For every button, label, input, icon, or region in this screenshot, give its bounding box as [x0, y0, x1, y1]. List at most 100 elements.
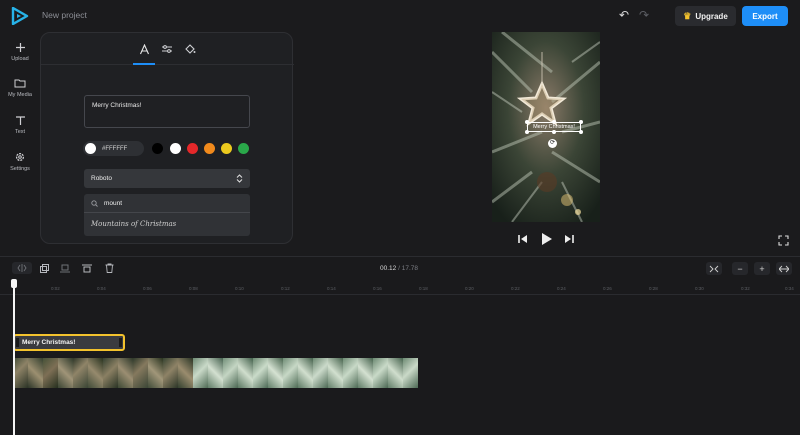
text-style-icon[interactable] [136, 41, 152, 57]
clip-trim-handle-left[interactable] [16, 338, 19, 347]
swatch-green[interactable] [238, 143, 249, 154]
search-icon [91, 199, 98, 207]
video-frame-thumbnail [88, 358, 103, 388]
video-frame-thumbnail [118, 358, 133, 388]
app-logo[interactable] [11, 7, 29, 25]
video-frame-thumbnail [403, 358, 418, 388]
sidebar-item-label: Upload [11, 56, 29, 62]
zoom-out-button[interactable]: − [732, 262, 748, 275]
video-frame-thumbnail [223, 358, 238, 388]
tick-label: 0:12 [281, 286, 290, 291]
sidebar-item-my-media[interactable]: My Media [0, 76, 40, 98]
tick-label: 0:18 [419, 286, 428, 291]
tick-label: 0:32 [741, 286, 750, 291]
sidebar-item-label: My Media [8, 92, 32, 98]
split-icon[interactable] [12, 262, 32, 274]
video-frame-thumbnail [283, 358, 298, 388]
project-title[interactable]: New project [42, 10, 87, 20]
video-frame-thumbnail [103, 358, 118, 388]
tick-label: 0:06 [143, 286, 152, 291]
swatch-yellow[interactable] [221, 143, 232, 154]
current-time: 00.12 [380, 265, 397, 272]
resize-handle[interactable] [552, 130, 556, 134]
font-select[interactable]: Roboto [84, 169, 250, 188]
skip-forward-icon[interactable] [563, 232, 575, 246]
clip-trim-handle-right[interactable] [119, 338, 122, 347]
video-frame-thumbnail [13, 358, 28, 388]
font-search-field[interactable]: mount [84, 194, 250, 213]
playback-time: 00.12 / 17.78 [380, 265, 418, 272]
gear-icon [0, 150, 40, 164]
sidebar-item-label: Settings [10, 166, 30, 172]
plus-icon [0, 40, 40, 54]
text-content-field[interactable]: Merry Christmas! [84, 95, 250, 128]
resize-handle[interactable] [579, 130, 583, 134]
swatch-orange[interactable] [204, 143, 215, 154]
video-frame-thumbnail [208, 358, 223, 388]
video-frame-thumbnail [73, 358, 88, 388]
tick-label: 0:14 [327, 286, 336, 291]
delete-icon[interactable] [101, 262, 117, 274]
active-tab-indicator [133, 63, 155, 65]
duplicate-icon[interactable] [36, 262, 52, 274]
sidebar-item-settings[interactable]: Settings [0, 150, 40, 172]
tick-label: 0:24 [557, 286, 566, 291]
sidebar-item-text[interactable]: Text [0, 113, 40, 135]
upgrade-label: Upgrade [695, 11, 728, 21]
resize-handle[interactable] [525, 130, 529, 134]
font-select-value: Roboto [91, 175, 112, 182]
adjust-icon[interactable] [159, 41, 175, 57]
video-frame-thumbnail [133, 358, 148, 388]
sidebar-item-upload[interactable]: Upload [0, 40, 40, 62]
fit-timeline-icon[interactable] [706, 262, 722, 275]
text-clip[interactable]: Merry Christmas! [13, 334, 125, 351]
resize-handle[interactable] [579, 120, 583, 124]
video-frame-thumbnail [178, 358, 193, 388]
tick-label: 0:10 [235, 286, 244, 291]
color-picker[interactable]: #FFFFFF [83, 141, 144, 156]
video-frame-thumbnail [28, 358, 43, 388]
top-bar: New project ↶ ↷ ♛ Upgrade Export [0, 0, 800, 32]
zoom-in-button[interactable]: + [754, 262, 770, 275]
align-bottom-icon[interactable] [57, 262, 73, 274]
swatch-white[interactable] [170, 143, 181, 154]
play-icon[interactable] [539, 232, 553, 246]
upgrade-button[interactable]: ♛ Upgrade [675, 6, 736, 26]
export-button[interactable]: Export [742, 6, 788, 26]
video-frame-thumbnail [163, 358, 178, 388]
tick-label: 0:22 [511, 286, 520, 291]
resize-handle[interactable] [552, 120, 556, 124]
fill-color-icon[interactable] [182, 41, 198, 57]
video-frame-thumbnail [343, 358, 358, 388]
time-ruler[interactable]: 0:02 0:04 0:06 0:08 0:10 0:12 0:14 0:16 … [0, 281, 800, 295]
video-frame-thumbnail [373, 358, 388, 388]
panel-tabs [41, 33, 294, 65]
align-top-icon[interactable] [79, 262, 95, 274]
tick-label: 0:34 [785, 286, 794, 291]
font-search-value: mount [104, 199, 123, 207]
video-frame-thumbnail [358, 358, 373, 388]
font-option[interactable]: Mountains of Christmas [84, 213, 250, 235]
expand-timeline-icon[interactable] [776, 262, 792, 275]
time-separator: / [398, 265, 400, 272]
video-frame-thumbnail [328, 358, 343, 388]
video-clip-track[interactable] [13, 358, 418, 388]
video-frame-thumbnail [238, 358, 253, 388]
playhead[interactable] [13, 279, 15, 435]
video-frame-thumbnail [268, 358, 283, 388]
crown-icon: ♛ [683, 10, 692, 21]
swatch-black[interactable] [152, 143, 163, 154]
undo-icon[interactable]: ↶ [619, 9, 631, 21]
fullscreen-icon[interactable] [778, 233, 789, 246]
skip-back-icon[interactable] [517, 232, 529, 246]
playhead-handle[interactable] [11, 279, 17, 288]
text-settings-panel: Merry Christmas! #FFFFFF Roboto mount Mo… [40, 32, 294, 244]
chevron-up-down-icon [236, 174, 243, 183]
tick-label: 0:04 [97, 286, 106, 291]
rotate-icon[interactable]: ⟳ [548, 139, 557, 148]
swatch-red[interactable] [187, 143, 198, 154]
resize-handle[interactable] [525, 120, 529, 124]
redo-icon[interactable]: ↷ [639, 9, 651, 21]
video-frame-thumbnail [193, 358, 208, 388]
video-frame-thumbnail [298, 358, 313, 388]
